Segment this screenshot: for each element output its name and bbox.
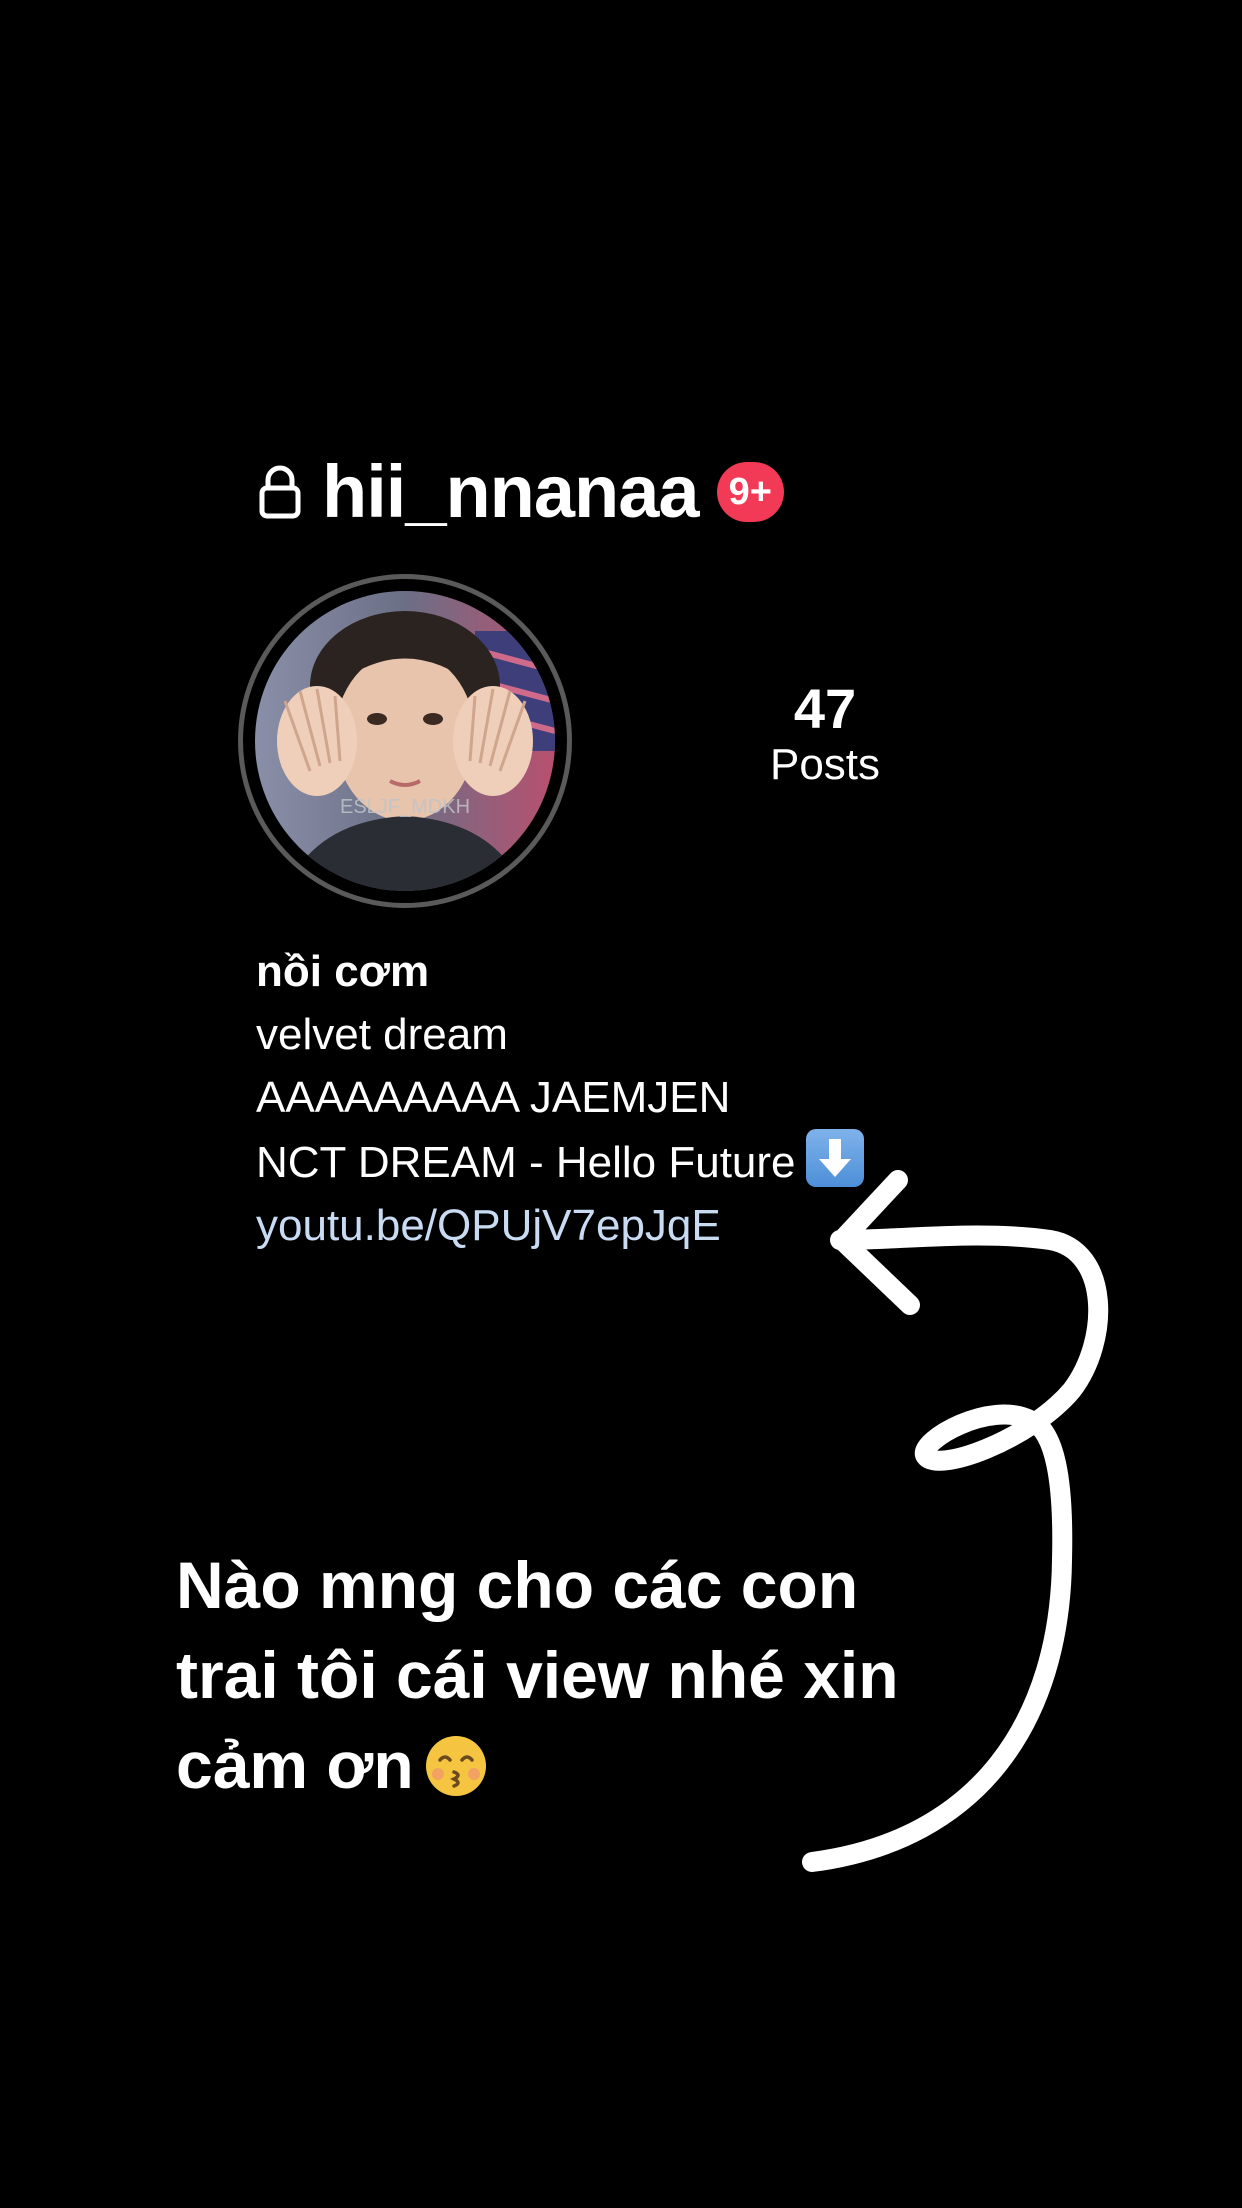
kissing-face-emoji (424, 1730, 488, 1796)
story-caption: Nào mng cho các con trai tôi cái view nh… (176, 1540, 956, 1810)
profile-avatar[interactable]: ESLJF_MDKH (238, 574, 572, 908)
posts-count: 47 (793, 677, 857, 740)
profile-header: hii_nnanaa 9+ (258, 448, 784, 536)
display-name: nồi cơm (256, 947, 430, 996)
caption-line-2: trai tôi cái view nhé xin (176, 1638, 899, 1712)
bio-line-3: NCT DREAM - Hello Future (256, 1138, 796, 1187)
caption-line-1: Nào mng cho các con (176, 1548, 859, 1622)
notification-badge[interactable]: 9+ (716, 462, 784, 522)
bio-line-2: AAAAAAAAA JAEMJEN (256, 1073, 731, 1122)
lock-icon (258, 462, 306, 522)
avatar-image: ESLJF_MDKH (255, 591, 555, 891)
caption-line-3: cảm ơn (176, 1728, 414, 1802)
username[interactable]: hii_nnanaa (322, 455, 700, 529)
avatar-watermark: ESLJF_MDKH (340, 796, 470, 818)
profile-bio: nồi cơm velvet dream AAAAAAAAA JAEMJEN N… (256, 940, 1016, 1257)
bio-line-3-row: NCT DREAM - Hello Future (256, 1129, 1016, 1194)
posts-stat[interactable]: 47 Posts (740, 677, 910, 792)
posts-label: Posts (769, 739, 881, 789)
bio-link[interactable]: youtu.be/QPUjV7epJqE (256, 1194, 1016, 1257)
down-arrow-emoji (805, 1129, 864, 1187)
caption-line-3-row: cảm ơn (176, 1720, 956, 1810)
bio-line-1: velvet dream (256, 1010, 508, 1059)
